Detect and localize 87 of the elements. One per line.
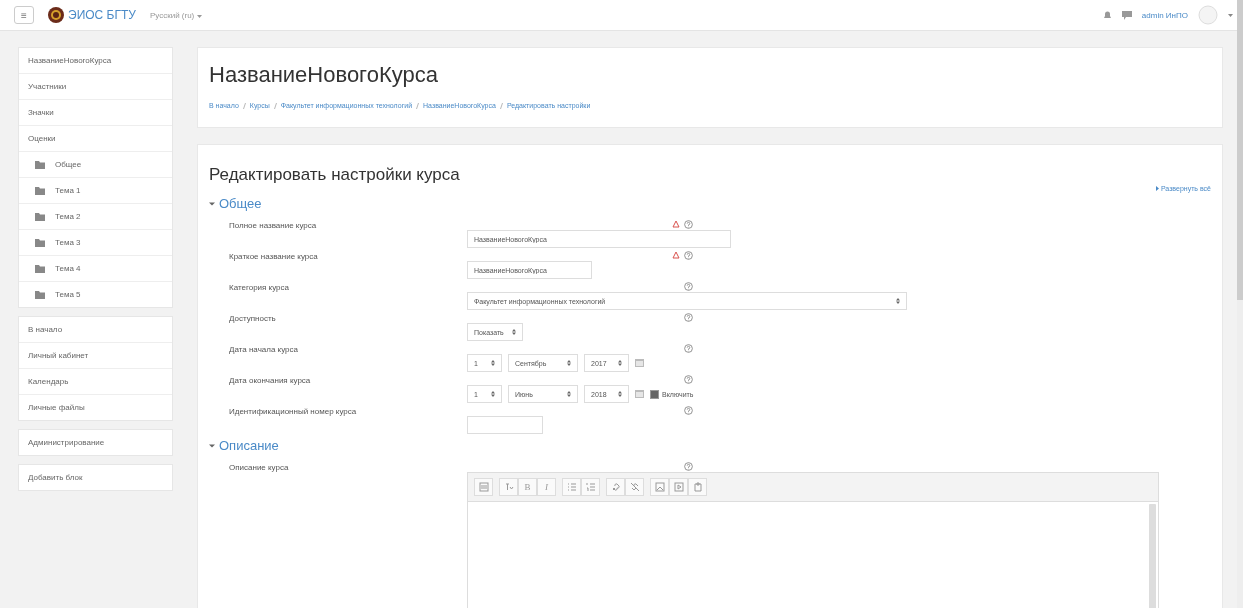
form-title: Редактировать настройки курса [209,165,460,185]
unlink-icon[interactable] [625,478,644,496]
select-arrows-icon [896,298,900,304]
paste-icon[interactable] [688,478,707,496]
link-icon[interactable] [606,478,625,496]
select-arrows-icon [491,360,495,366]
field-label: Доступность [229,313,277,323]
sidebar-item[interactable]: Календарь [19,368,172,394]
folder-icon [35,290,45,299]
folder-icon [35,238,45,247]
help-icon[interactable] [684,220,693,229]
folder-icon [35,160,45,169]
bullet-list-icon[interactable] [562,478,581,496]
breadcrumb-separator-icon [499,102,503,109]
select-arrows-icon [567,360,571,366]
caret-icon [209,442,215,449]
field-label: Категория курса [229,282,291,292]
sidebar-item-label: Общее [55,160,82,169]
select-arrows-icon [511,329,516,335]
sidebar-item[interactable]: Личный кабинет [19,342,172,368]
field-label: Краткое название курса [229,251,319,261]
numbered-list-icon[interactable] [581,478,600,496]
sidebar-item[interactable]: Добавить блок [19,465,172,490]
calendar-icon[interactable] [635,359,644,367]
help-icon[interactable] [684,406,693,415]
help-icon[interactable] [684,282,693,291]
sidebar-item[interactable]: В начало [19,317,172,342]
sidebar-item[interactable]: Значки [19,99,172,125]
sidebar-item[interactable]: Участники [19,73,172,99]
section-toggle[interactable]: Общее [209,196,1211,211]
image-icon[interactable] [650,478,669,496]
logo-icon [48,7,64,23]
sidebar-item[interactable]: Администрирование [19,430,172,455]
sidebar-item[interactable]: Оценки [19,125,172,151]
page-scrollbar[interactable] [1237,0,1243,608]
sidebar-item[interactable]: Тема 1 [19,177,172,203]
field-label: Идентификационный номер курса [229,406,358,416]
help-icon[interactable] [684,313,693,322]
field-label: Дата окончания курса [229,375,312,385]
sidebar-item[interactable]: Тема 2 [19,203,172,229]
avatar-icon[interactable] [1198,5,1218,25]
select-arrows-icon [491,391,495,397]
sidebar-item-label: Тема 4 [55,264,81,273]
media-icon[interactable] [669,478,688,496]
field-label: Описание курса [229,462,290,472]
required-icon [672,220,680,228]
help-icon[interactable] [684,462,693,471]
sidebar-item[interactable]: Тема 5 [19,281,172,307]
breadcrumb-separator-icon [273,102,277,109]
sidebar-item[interactable]: Личные файлы [19,394,172,420]
breadcrumb-separator-icon [416,102,420,109]
sidebar-item-label: Тема 2 [55,212,81,221]
text-field[interactable] [467,416,543,434]
folder-icon [35,212,45,221]
sidebar-item[interactable]: Тема 3 [19,229,172,255]
bell-icon[interactable] [1102,10,1112,20]
sidebar-item[interactable]: НазваниеНовогоКурса [19,48,172,73]
caret-icon[interactable] [1228,13,1233,17]
help-icon[interactable] [684,375,693,384]
sidebar-item-label: Тема 1 [55,186,81,195]
page-title: НазваниеНовогоКурса [209,62,439,88]
section-toggle[interactable]: Описание [209,438,1211,453]
sidebar-item[interactable]: Тема 4 [19,255,172,281]
select-arrows-icon [618,360,622,366]
sidebar-item-label: Тема 3 [55,238,81,247]
breadcrumb-separator-icon [242,102,246,109]
caret-icon [196,14,202,18]
menu-toggle[interactable]: ≡ [14,6,34,24]
site-logo-link[interactable]: ЭИОС БГТУ [48,7,136,23]
field-label: Полное название курса [229,220,318,230]
select-arrows-icon [567,391,571,397]
field-label: Дата начала курса [229,344,299,354]
folder-icon [35,264,45,273]
user-name[interactable]: admin ИнПО [1141,10,1188,20]
select-arrows-icon [618,391,622,397]
chat-icon[interactable] [1121,10,1132,20]
caret-icon [209,200,215,207]
sidebar-item-label: Тема 5 [55,290,81,299]
help-icon[interactable] [684,251,693,260]
paragraph-style-icon[interactable] [499,478,518,496]
caret-icon [1155,186,1159,191]
toolbar-toggle-icon[interactable] [474,478,493,496]
sidebar-item[interactable]: Общее [19,151,172,177]
help-icon[interactable] [684,344,693,353]
calendar-icon[interactable] [635,390,644,398]
folder-icon [35,186,45,195]
required-icon [672,251,680,259]
